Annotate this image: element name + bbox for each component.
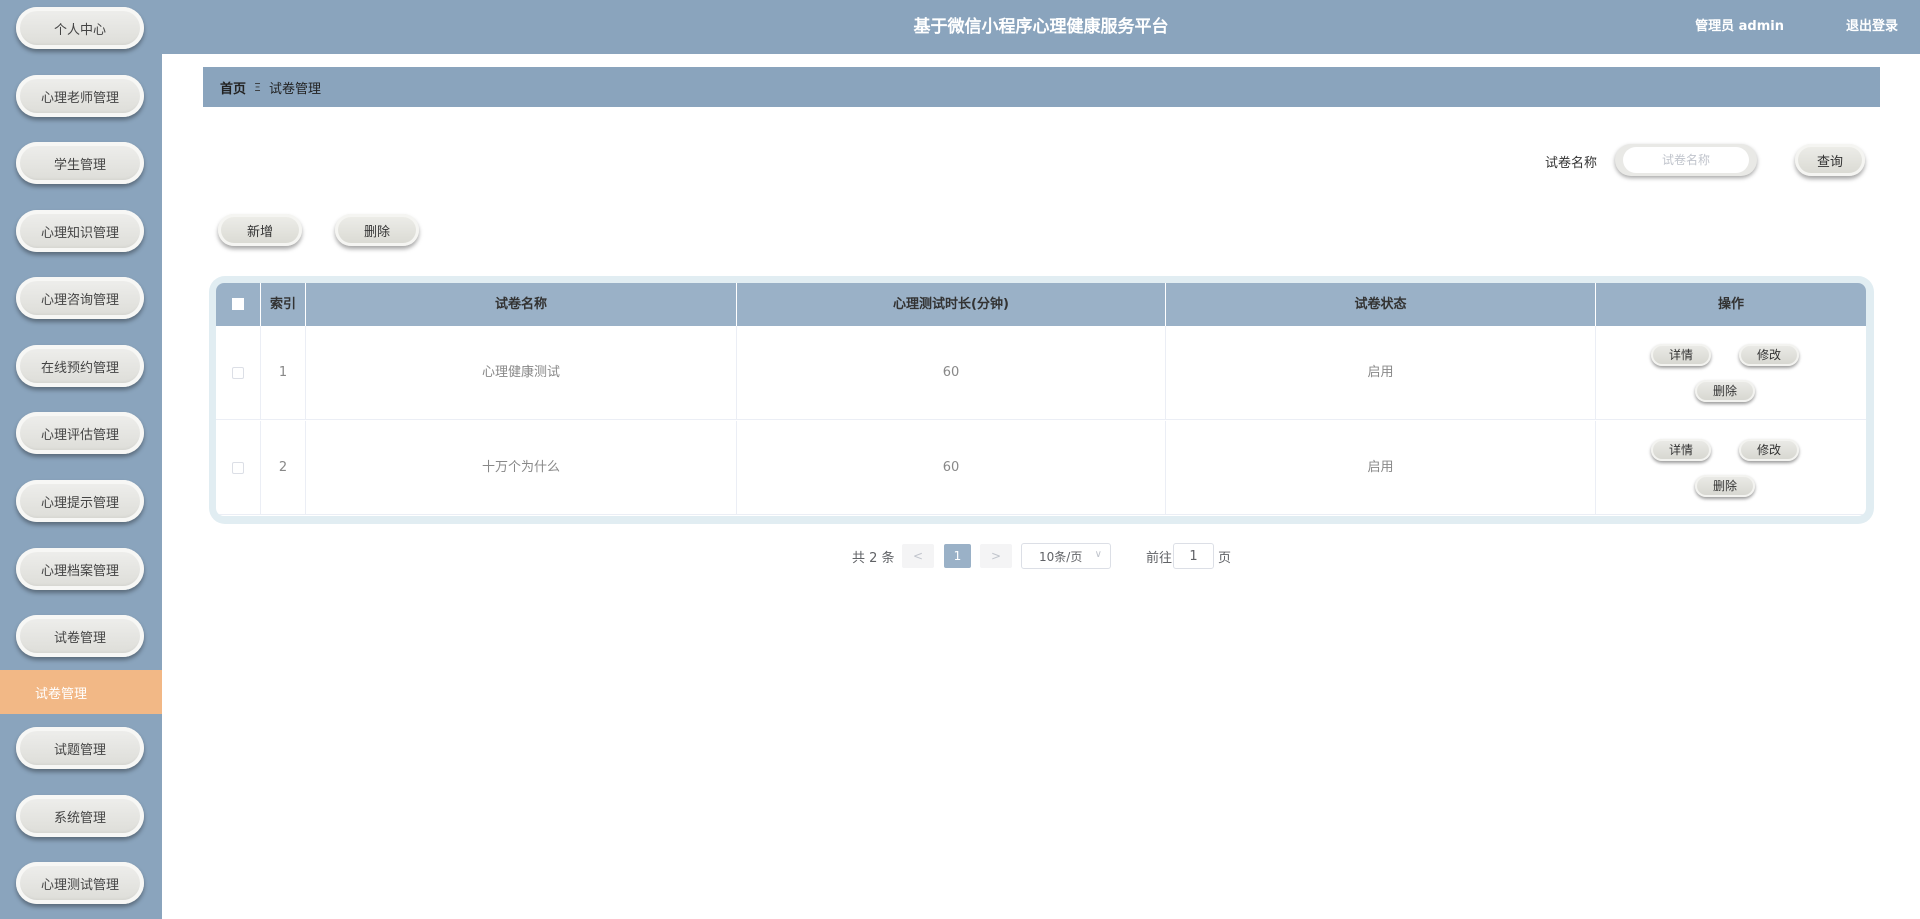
page-size-select[interactable]: 10条/页 ∨ — [1021, 543, 1111, 569]
bulk-delete-button[interactable]: 删除 — [335, 214, 419, 246]
pagination-page-1[interactable]: 1 — [944, 544, 971, 568]
search-input[interactable] — [1623, 147, 1749, 173]
edit-button[interactable]: 修改 — [1739, 344, 1799, 366]
row-select-cell — [216, 421, 261, 515]
edit-button[interactable]: 修改 — [1739, 439, 1799, 461]
pagination-prev-button[interactable]: < — [902, 544, 934, 568]
chevron-down-icon: ∨ — [1094, 549, 1102, 560]
table-row: 1 心理健康测试 60 启用 详情 修改 删除 — [216, 326, 1866, 420]
column-header-duration: 心理测试时长(分钟) — [737, 283, 1166, 326]
select-all-checkbox[interactable] — [232, 298, 244, 310]
column-header-name: 试卷名称 — [306, 283, 737, 326]
current-user-label: 管理员 admin — [1695, 19, 1784, 34]
cell-status: 启用 — [1166, 421, 1596, 515]
sidebar-item-system-management[interactable]: 系统管理 — [16, 795, 144, 837]
row-select-cell — [216, 326, 261, 420]
sidebar-item-teacher-management[interactable]: 心理老师管理 — [16, 75, 144, 117]
sidebar-item-test-management[interactable]: 心理测试管理 — [16, 862, 144, 904]
sidebar-subitem-papers-active[interactable]: 试卷管理 — [0, 670, 162, 714]
breadcrumb-home-link[interactable]: 首页 — [220, 78, 246, 97]
cell-index: 2 — [261, 421, 306, 515]
sidebar-item-knowledge-management[interactable]: 心理知识管理 — [16, 210, 144, 252]
sidebar: 个人中心 心理老师管理 学生管理 心理知识管理 心理咨询管理 在线预约管理 心理… — [0, 0, 162, 919]
page-size-value: 10条/页 — [1039, 549, 1083, 564]
row-checkbox[interactable] — [232, 462, 244, 474]
column-header-actions: 操作 — [1717, 297, 1744, 312]
column-header-index: 索引 — [261, 283, 306, 326]
sidebar-item-appointment-management[interactable]: 在线预约管理 — [16, 345, 144, 387]
row-checkbox[interactable] — [232, 367, 244, 379]
cell-paper-name: 十万个为什么 — [306, 421, 737, 515]
logout-link[interactable]: 退出登录 — [1846, 0, 1898, 54]
delete-button[interactable]: 删除 — [1695, 475, 1755, 497]
pagination-total: 共 2 条 — [852, 551, 895, 566]
header-select-cell — [216, 283, 261, 326]
column-header-status: 试卷状态 — [1166, 283, 1596, 326]
sidebar-item-papers-management[interactable]: 试卷管理 — [16, 615, 144, 657]
breadcrumb-separator-icon: Ξ — [254, 80, 261, 94]
cell-actions: 详情 修改 删除 — [1596, 326, 1866, 420]
pagination-page-suffix: 页 — [1218, 551, 1232, 566]
delete-button[interactable]: 删除 — [1695, 380, 1755, 402]
sidebar-item-questions-management[interactable]: 试题管理 — [16, 727, 144, 769]
detail-button[interactable]: 详情 — [1651, 344, 1711, 366]
breadcrumb-current: 试卷管理 — [268, 81, 321, 97]
cell-duration: 60 — [737, 421, 1166, 515]
add-button[interactable]: 新增 — [218, 214, 302, 246]
cell-index: 1 — [261, 326, 306, 420]
sidebar-item-consultation-management[interactable]: 心理咨询管理 — [16, 277, 144, 319]
table-row: 2 十万个为什么 60 启用 详情 修改 删除 — [216, 421, 1866, 515]
app-title: 基于微信小程序心理健康服务平台 — [913, 17, 1169, 37]
papers-table: 索引 试卷名称 心理测试时长(分钟) 试卷状态 操作 1 心理健康测试 60 启… — [216, 283, 1866, 516]
sidebar-item-records-management[interactable]: 心理档案管理 — [16, 548, 144, 590]
cell-duration: 60 — [737, 326, 1166, 420]
breadcrumb: 首页 Ξ 试卷管理 — [203, 67, 1880, 107]
cell-paper-name: 心理健康测试 — [306, 326, 737, 420]
table-header: 索引 试卷名称 心理测试时长(分钟) 试卷状态 操作 — [216, 283, 1866, 326]
sidebar-item-student-management[interactable]: 学生管理 — [16, 142, 144, 184]
cell-status: 启用 — [1166, 326, 1596, 420]
pagination-goto-label: 前往 — [1146, 551, 1173, 566]
pagination-next-button[interactable]: > — [980, 544, 1012, 568]
search-button[interactable]: 查询 — [1795, 144, 1865, 176]
search-label: 试卷名称 — [1545, 156, 1598, 171]
pagination-goto-input[interactable] — [1173, 543, 1214, 569]
search-input-frame — [1615, 144, 1757, 176]
sidebar-item-assessment-management[interactable]: 心理评估管理 — [16, 412, 144, 454]
top-header: 基于微信小程序心理健康服务平台 管理员 admin 退出登录 — [162, 0, 1920, 54]
detail-button[interactable]: 详情 — [1651, 439, 1711, 461]
cell-actions: 详情 修改 删除 — [1596, 421, 1866, 515]
sidebar-item-personal-center[interactable]: 个人中心 — [16, 7, 144, 49]
sidebar-item-tips-management[interactable]: 心理提示管理 — [16, 480, 144, 522]
